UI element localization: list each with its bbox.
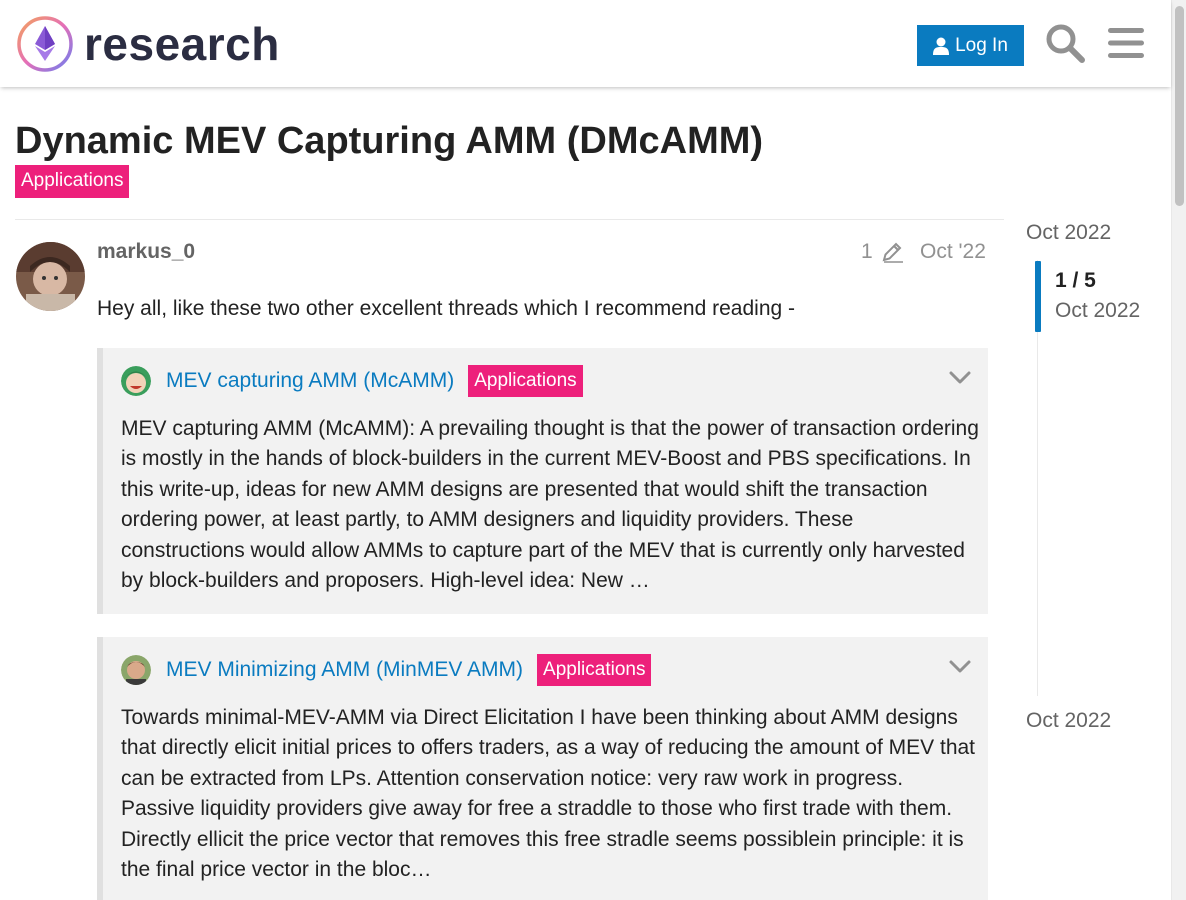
site-logo[interactable]: research [16, 14, 280, 74]
linked-topic-category-badge[interactable]: Applications [468, 364, 583, 397]
linked-topic-excerpt: MEV capturing AMM (McAMM): A prevailing … [121, 417, 979, 593]
post-text: Hey all, like these two other excellent … [97, 297, 796, 320]
linked-topic-card: MEV capturing AMM (McAMM) Applications M… [97, 348, 988, 614]
logo-text: research [84, 18, 280, 70]
linked-topic-title[interactable]: MEV capturing AMM (McAMM) [166, 369, 454, 393]
timeline-scroll-handle[interactable] [1035, 261, 1041, 332]
post-divider [15, 219, 1004, 220]
linked-topic-avatar [121, 365, 151, 396]
search-icon[interactable] [1043, 21, 1087, 65]
log-in-button[interactable]: Log In [917, 25, 1024, 66]
category-badge[interactable]: Applications [15, 165, 130, 198]
edit-history[interactable]: 1 [861, 240, 905, 264]
page-scrollbar[interactable] [1171, 0, 1186, 900]
pencil-icon [882, 242, 903, 263]
post-date[interactable]: Oct '22 [920, 240, 986, 264]
linked-topic-card: MEV Minimizing AMM (MinMEV AMM) Applicat… [97, 637, 988, 900]
hamburger-menu-icon[interactable] [1104, 21, 1148, 65]
linked-topic-header: MEV capturing AMM (McAMM) Applications [121, 364, 583, 397]
post-username[interactable]: markus_0 [97, 240, 195, 264]
linked-topic-header: MEV Minimizing AMM (MinMEV AMM) Applicat… [121, 653, 652, 686]
timeline-position-date: Oct 2022 [1055, 299, 1141, 322]
linked-topic-category-badge[interactable]: Applications [537, 653, 652, 686]
topic-title[interactable]: Dynamic MEV Capturing AMM (DMcAMM) [15, 120, 763, 163]
scrollbar-thumb[interactable] [1175, 6, 1184, 206]
log-in-label: Log In [955, 34, 1008, 56]
site-header: research Log In [0, 0, 1171, 87]
timeline-post-position: 1 / 5 [1055, 269, 1096, 292]
chevron-down-icon[interactable] [948, 655, 972, 679]
avatar[interactable] [16, 242, 85, 311]
ethereum-research-logo-icon [17, 16, 73, 72]
linked-topic-excerpt: Towards minimal-MEV-AMM via Direct Elici… [121, 706, 976, 882]
timeline-end-date[interactable]: Oct 2022 [1026, 709, 1111, 733]
timeline-start-date[interactable]: Oct 2022 [1026, 221, 1111, 245]
linked-topic-title[interactable]: MEV Minimizing AMM (MinMEV AMM) [166, 658, 523, 682]
edit-count: 1 [861, 240, 873, 263]
linked-topic-avatar [121, 654, 151, 685]
chevron-down-icon[interactable] [948, 366, 972, 390]
user-icon [933, 37, 950, 55]
